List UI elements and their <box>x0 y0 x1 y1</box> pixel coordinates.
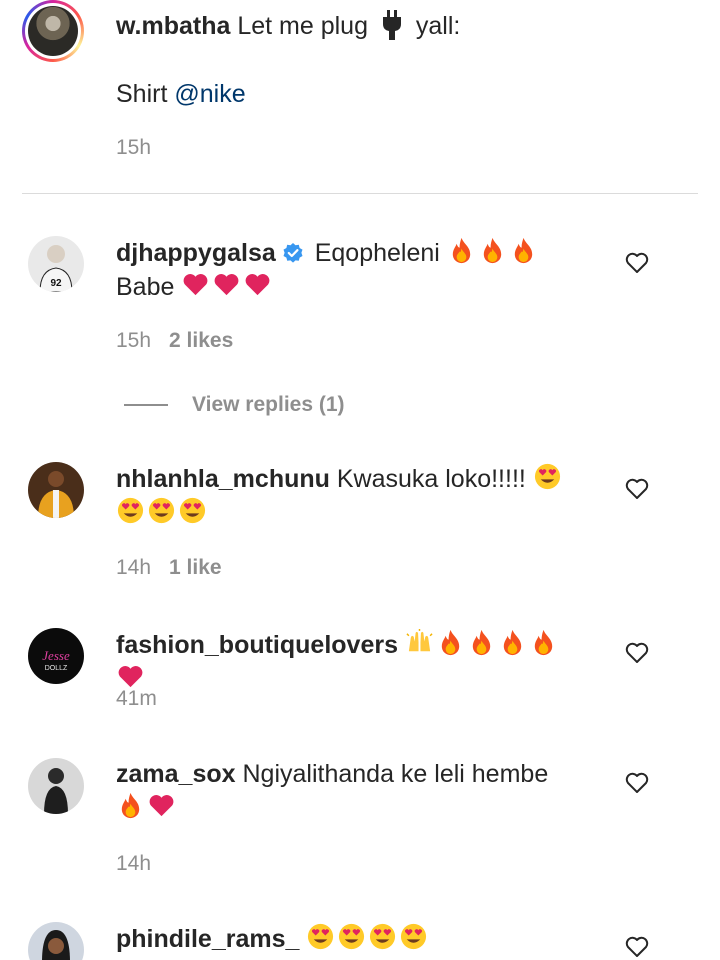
fire-emoji-icon <box>121 792 140 819</box>
comment-timestamp: 14h <box>116 556 152 579</box>
fire-emoji-icon <box>514 237 532 264</box>
comment-username[interactable]: phindile_rams_ <box>116 925 299 953</box>
caption-divider <box>22 193 698 194</box>
mention-link[interactable]: @nike <box>174 80 245 108</box>
comments-screen: w.mbatha Let me plug yall: Shirt @nike 1… <box>0 0 720 960</box>
comment-likes[interactable]: 1 like <box>169 556 222 579</box>
heart-eyes-emoji-icon <box>339 923 365 950</box>
comment-timestamp: 41m <box>116 687 157 710</box>
fire-emoji-icon <box>452 237 470 264</box>
caption-timestamp: 15h <box>116 136 152 159</box>
comment-username[interactable]: fashion_boutiquelovers <box>116 631 398 659</box>
commenter-avatar[interactable] <box>28 922 84 960</box>
fire-emoji-icon <box>534 629 553 656</box>
avatar-image <box>28 922 84 960</box>
comment-body-line-2: Babe <box>116 273 175 301</box>
comment-meta: 14h <box>116 852 151 876</box>
commenter-avatar[interactable]: Jesse DOLLZ <box>28 628 84 684</box>
red-heart-emoji-icon <box>149 795 174 817</box>
comment-meta: 14h 1 like <box>116 556 222 580</box>
comment-body: Kwasuka loko!!!!! <box>336 465 526 493</box>
avatar-image: Jesse DOLLZ <box>28 628 84 684</box>
replies-divider <box>124 404 168 406</box>
caption-text-line-2: Shirt @nike <box>116 78 246 110</box>
avatar-image: 92 <box>28 236 84 292</box>
comment-text: djhappygalsa Eqopheleni Babe <box>116 236 586 304</box>
caption-text-line-1: w.mbatha Let me plug yall: <box>116 10 460 42</box>
comment-timestamp: 15h <box>116 329 152 352</box>
raising-hands-emoji-icon <box>406 628 433 652</box>
heart-eyes-emoji-icon <box>308 923 334 950</box>
caption-text-end: yall: <box>415 12 461 40</box>
comment-timestamp: 14h <box>116 852 152 875</box>
like-heart-icon[interactable] <box>624 476 650 502</box>
comment-meta: 15h 2 likes <box>116 329 233 353</box>
caption-username[interactable]: w.mbatha <box>116 12 230 40</box>
post-caption: w.mbatha Let me plug yall: Shirt @nike 1… <box>0 0 720 194</box>
red-heart-emoji-icon <box>214 274 239 296</box>
comment-text: zama_sox Ngiyalithanda ke leli hembe <box>116 758 586 825</box>
comment-text: phindile_rams_ <box>116 922 586 956</box>
comment-username[interactable]: djhappygalsa <box>116 239 276 267</box>
heart-eyes-emoji-icon <box>179 497 206 524</box>
red-heart-emoji-icon <box>183 274 208 296</box>
like-heart-icon[interactable] <box>624 770 650 796</box>
comment-body: Eqopheleni <box>314 239 440 267</box>
comment-text: fashion_boutiquelovers <box>116 628 586 696</box>
comment-body: Ngiyalithanda ke leli hembe <box>242 760 549 788</box>
electric-plug-icon <box>382 10 401 40</box>
fire-emoji-icon <box>503 629 522 656</box>
view-replies-button[interactable]: View replies (1) <box>124 393 345 419</box>
svg-text:92: 92 <box>50 278 62 289</box>
comment-text: nhlanhla_mchunu Kwasuka loko!!!!! <box>116 462 586 530</box>
like-heart-icon[interactable] <box>624 934 650 960</box>
svg-text:Jesse: Jesse <box>42 648 70 663</box>
commenter-avatar[interactable]: 92 <box>28 236 84 292</box>
comment-username[interactable]: nhlanhla_mchunu <box>116 465 330 493</box>
like-heart-icon[interactable] <box>624 640 650 666</box>
comment-likes[interactable]: 2 likes <box>169 329 233 352</box>
comment-meta: 41m <box>116 687 157 711</box>
emoji-group <box>116 497 209 527</box>
heart-eyes-emoji-icon <box>534 463 560 490</box>
fire-emoji-icon <box>441 629 460 656</box>
verified-badge-icon <box>283 243 303 263</box>
like-heart-icon[interactable] <box>624 250 650 276</box>
avatar-image <box>28 758 84 814</box>
emoji-group <box>447 237 540 267</box>
commenter-avatar[interactable] <box>28 758 84 814</box>
caption-text: Let me plug <box>237 12 368 40</box>
emoji-group <box>306 923 430 953</box>
emoji-group <box>116 792 178 822</box>
avatar-image <box>28 462 84 518</box>
caption-author-avatar[interactable] <box>22 0 84 62</box>
heart-eyes-emoji-icon <box>148 497 175 524</box>
commenter-avatar[interactable] <box>28 462 84 518</box>
caption-text-shirt: Shirt <box>116 80 168 108</box>
heart-eyes-emoji-icon <box>370 923 396 950</box>
svg-text:DOLLZ: DOLLZ <box>45 665 68 672</box>
view-replies-label: View replies (1) <box>192 393 345 416</box>
red-heart-emoji-icon <box>245 274 270 296</box>
heart-eyes-emoji-icon <box>401 923 427 950</box>
comment-username[interactable]: zama_sox <box>116 760 236 788</box>
avatar-image <box>28 6 78 56</box>
emoji-group <box>181 273 274 301</box>
heart-eyes-emoji-icon <box>117 497 144 524</box>
fire-emoji-icon <box>483 237 501 264</box>
fire-emoji-icon <box>472 629 491 656</box>
